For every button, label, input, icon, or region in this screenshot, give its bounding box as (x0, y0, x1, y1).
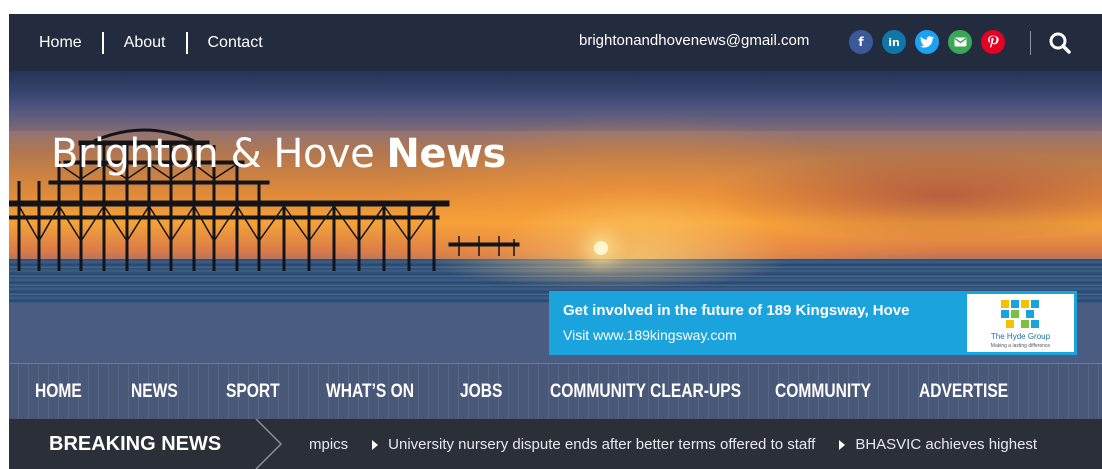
nav-item-community[interactable]: COMMUNITY (775, 381, 871, 403)
page-header: Home About Contact brightonandhovenews@g… (9, 14, 1102, 469)
nav-item-jobs[interactable]: JOBS (460, 381, 502, 403)
email-icon[interactable] (948, 30, 972, 54)
breaking-news-bar: BREAKING NEWS mpics University nursery d… (9, 419, 1102, 469)
breaking-news-label: BREAKING NEWS (49, 433, 222, 455)
hyde-logo-icon (1001, 300, 1039, 328)
top-nav-home[interactable]: Home (39, 34, 82, 52)
social-icons: f in (849, 30, 1005, 54)
top-nav: Home About Contact (39, 14, 263, 71)
ticker-item[interactable]: BHASVIC achieves highest (855, 436, 1037, 453)
advert-url: Visit www.189kingsway.com (563, 327, 737, 343)
top-bar-divider (1030, 31, 1031, 55)
nav-item-advertise[interactable]: ADVERTISE (919, 381, 1008, 403)
chevron-right-icon (255, 419, 283, 469)
ticker-item[interactable]: mpics (309, 436, 348, 453)
hyde-logo-name: The Hyde Group (990, 332, 1051, 341)
top-nav-contact[interactable]: Contact (208, 34, 263, 52)
search-icon[interactable] (1047, 30, 1073, 56)
linkedin-icon[interactable]: in (882, 30, 906, 54)
site-title[interactable]: Brighton & Hove News (51, 131, 506, 177)
nav-item-sport[interactable]: SPORT (226, 381, 280, 403)
advert-banner[interactable]: Get involved in the future of 189 Kingsw… (549, 291, 1077, 355)
contact-email-link[interactable]: brightonandhovenews@gmail.com (579, 32, 809, 49)
sun (594, 241, 608, 255)
ticker-bullet-icon (839, 439, 846, 450)
site-title-bold: News (386, 131, 506, 177)
ticker-item[interactable]: University nursery dispute ends after be… (388, 436, 815, 453)
facebook-icon[interactable]: f (849, 30, 873, 54)
top-bar: Home About Contact brightonandhovenews@g… (9, 14, 1102, 71)
hyde-logo-tagline: Making a lasting difference (990, 343, 1051, 349)
nav-item-whats-on[interactable]: WHAT’S ON (326, 381, 414, 403)
nav-item-community-clear-ups[interactable]: COMMUNITY CLEAR-UPS (550, 381, 741, 403)
sky-clouds-right (709, 151, 1102, 241)
twitter-icon[interactable] (915, 30, 939, 54)
advert-headline: Get involved in the future of 189 Kingsw… (563, 302, 910, 319)
main-nav: HOME NEWS SPORT WHAT’S ON JOBS COMMUNITY… (9, 363, 1102, 419)
top-nav-divider (101, 31, 104, 54)
nav-item-news[interactable]: NEWS (131, 381, 178, 403)
top-nav-divider (185, 31, 188, 54)
nav-item-home[interactable]: HOME (35, 381, 82, 403)
pinterest-icon[interactable] (981, 30, 1005, 54)
site-title-light: Brighton & Hove (51, 131, 387, 177)
hero-banner: Brighton & Hove News Get involved in the… (9, 71, 1102, 363)
top-nav-about[interactable]: About (124, 34, 166, 52)
hyde-group-logo: The Hyde Group Making a lasting differen… (967, 294, 1074, 352)
ticker-bullet-icon (372, 439, 379, 450)
news-ticker: mpics University nursery dispute ends af… (309, 436, 1037, 453)
